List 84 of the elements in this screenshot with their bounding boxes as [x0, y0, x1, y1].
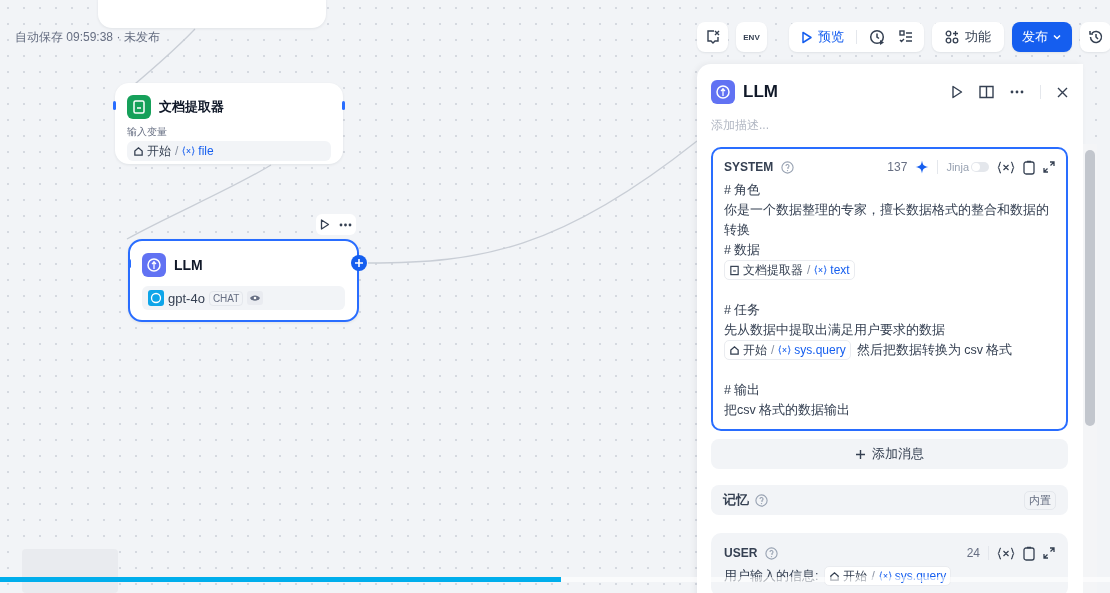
prompt-text: 把csv 格式的数据输出 [724, 402, 851, 419]
apps-icon [945, 30, 959, 44]
prompt-text: 用户输入的信息: [724, 568, 819, 585]
model-logo [148, 290, 164, 306]
prompt-text: 先从数据中提取出满足用户要求的数据 [724, 322, 945, 339]
close-icon[interactable] [1057, 86, 1068, 98]
variable-chip[interactable]: 开始 / sys.query [724, 340, 851, 360]
help-icon [781, 160, 795, 174]
prompt-text: 你是一个数据整理的专家，擅长数据格式的整合和数据的转换 [724, 202, 1050, 239]
llm-node[interactable]: LLM gpt-4o CHAT [128, 239, 359, 322]
separator: / [771, 342, 775, 359]
chevron-down-icon [1052, 32, 1062, 42]
role-label: USER [724, 546, 758, 560]
document-icon [729, 264, 740, 276]
variable-chip[interactable]: 文档提取器 / text [724, 260, 855, 280]
expand-icon[interactable] [1043, 161, 1055, 173]
history-icon [1087, 29, 1104, 45]
mode-tag: CHAT [208, 290, 244, 306]
variable-icon[interactable] [997, 160, 1015, 174]
variable-icon[interactable] [997, 546, 1015, 560]
history-button[interactable] [1080, 22, 1110, 52]
prompt-text: # 角色 [724, 182, 761, 199]
help-icon [765, 546, 779, 560]
variable-name: text [830, 262, 850, 279]
prompt-editor[interactable]: USER 24 用户输入的信息: 开始 / sys.query [711, 533, 1068, 593]
env-button[interactable]: ENV [736, 22, 767, 52]
node-name: 开始 [843, 568, 868, 585]
prompt-text: # 输出 [724, 382, 761, 399]
play-icon [801, 30, 813, 44]
variable-icon [182, 146, 196, 156]
document-icon [127, 95, 151, 119]
home-icon [133, 145, 144, 157]
autosave-status: 自动保存 09:59:38 · 未发布 [15, 29, 160, 46]
add-message-button[interactable]: 添加消息 [711, 439, 1068, 469]
input-variable-label: 输入变量 [127, 125, 168, 139]
variable-name: sys.query [794, 342, 846, 359]
memory-badge: 内置 [1024, 490, 1056, 510]
memory-label: 记忆 [723, 491, 749, 509]
help-icon [755, 493, 768, 507]
message-close-icon [704, 29, 721, 45]
separator: / [871, 568, 875, 585]
character-count: 24 [966, 546, 980, 560]
jinja-toggle[interactable] [971, 162, 989, 172]
node-name: 开始 [743, 342, 767, 359]
jinja-label: Jinja [946, 161, 969, 173]
node-title: LLM [174, 257, 203, 273]
variable-icon [814, 265, 828, 275]
add-icon[interactable] [351, 255, 367, 271]
expand-icon[interactable] [1043, 547, 1055, 559]
home-icon [829, 570, 841, 582]
publish-button[interactable]: 发布 [1012, 22, 1072, 52]
features-button[interactable]: 功能 [932, 22, 1004, 52]
plus-icon [855, 448, 866, 460]
home-icon [729, 344, 740, 356]
checklist-icon[interactable] [898, 29, 914, 45]
model-selector[interactable]: gpt-4o CHAT [142, 286, 345, 310]
clipboard-icon[interactable] [1023, 159, 1035, 175]
prompt-text: 然后把数据转换为 csv 格式 [856, 342, 1013, 359]
more-icon[interactable] [1010, 90, 1024, 94]
run-icon[interactable] [951, 85, 963, 99]
variable-reference: 开始 / file [127, 141, 331, 161]
run-icon[interactable] [320, 219, 330, 230]
document-extractor-node[interactable]: 文档提取器 输入变量 开始 / file [115, 83, 343, 164]
more-icon[interactable] [339, 222, 352, 227]
variable-icon [778, 345, 792, 355]
memory-row[interactable]: 记忆 内置 [711, 485, 1068, 515]
variable-icon [878, 571, 892, 581]
variable-chip[interactable]: 开始 / sys.query [824, 566, 952, 586]
prompt-text: # 任务 [724, 302, 761, 319]
role-label: SYSTEM [724, 160, 774, 174]
panel-title: LLM [743, 82, 778, 102]
eye-icon [247, 291, 264, 305]
run-history-icon[interactable] [869, 28, 886, 46]
node-name: 文档提取器 [743, 262, 803, 279]
node-title: 文档提取器 [159, 98, 224, 116]
preview-button[interactable]: 预览 [801, 28, 844, 46]
separator: / [807, 262, 811, 279]
book-icon[interactable] [979, 85, 994, 99]
clipboard-icon[interactable] [1023, 545, 1035, 561]
prompt-text: # 数据 [724, 242, 761, 259]
variable-name: sys.query [894, 568, 947, 585]
prompt-editor[interactable]: SYSTEM 137 Jinja # 角色 你是一个数据整理的专家，擅长数据格式的整合和数据的转换 # 数据 文档提取器 / text # 任务 先从数据中提取出满足用户要求的数据 开始 / sys.query 然后把数据转换为 csv 格式 # 输出 把csv 格式的数据输出 [711, 147, 1068, 431]
variable-inspect-button[interactable] [697, 22, 728, 52]
character-count: 137 [887, 160, 908, 174]
